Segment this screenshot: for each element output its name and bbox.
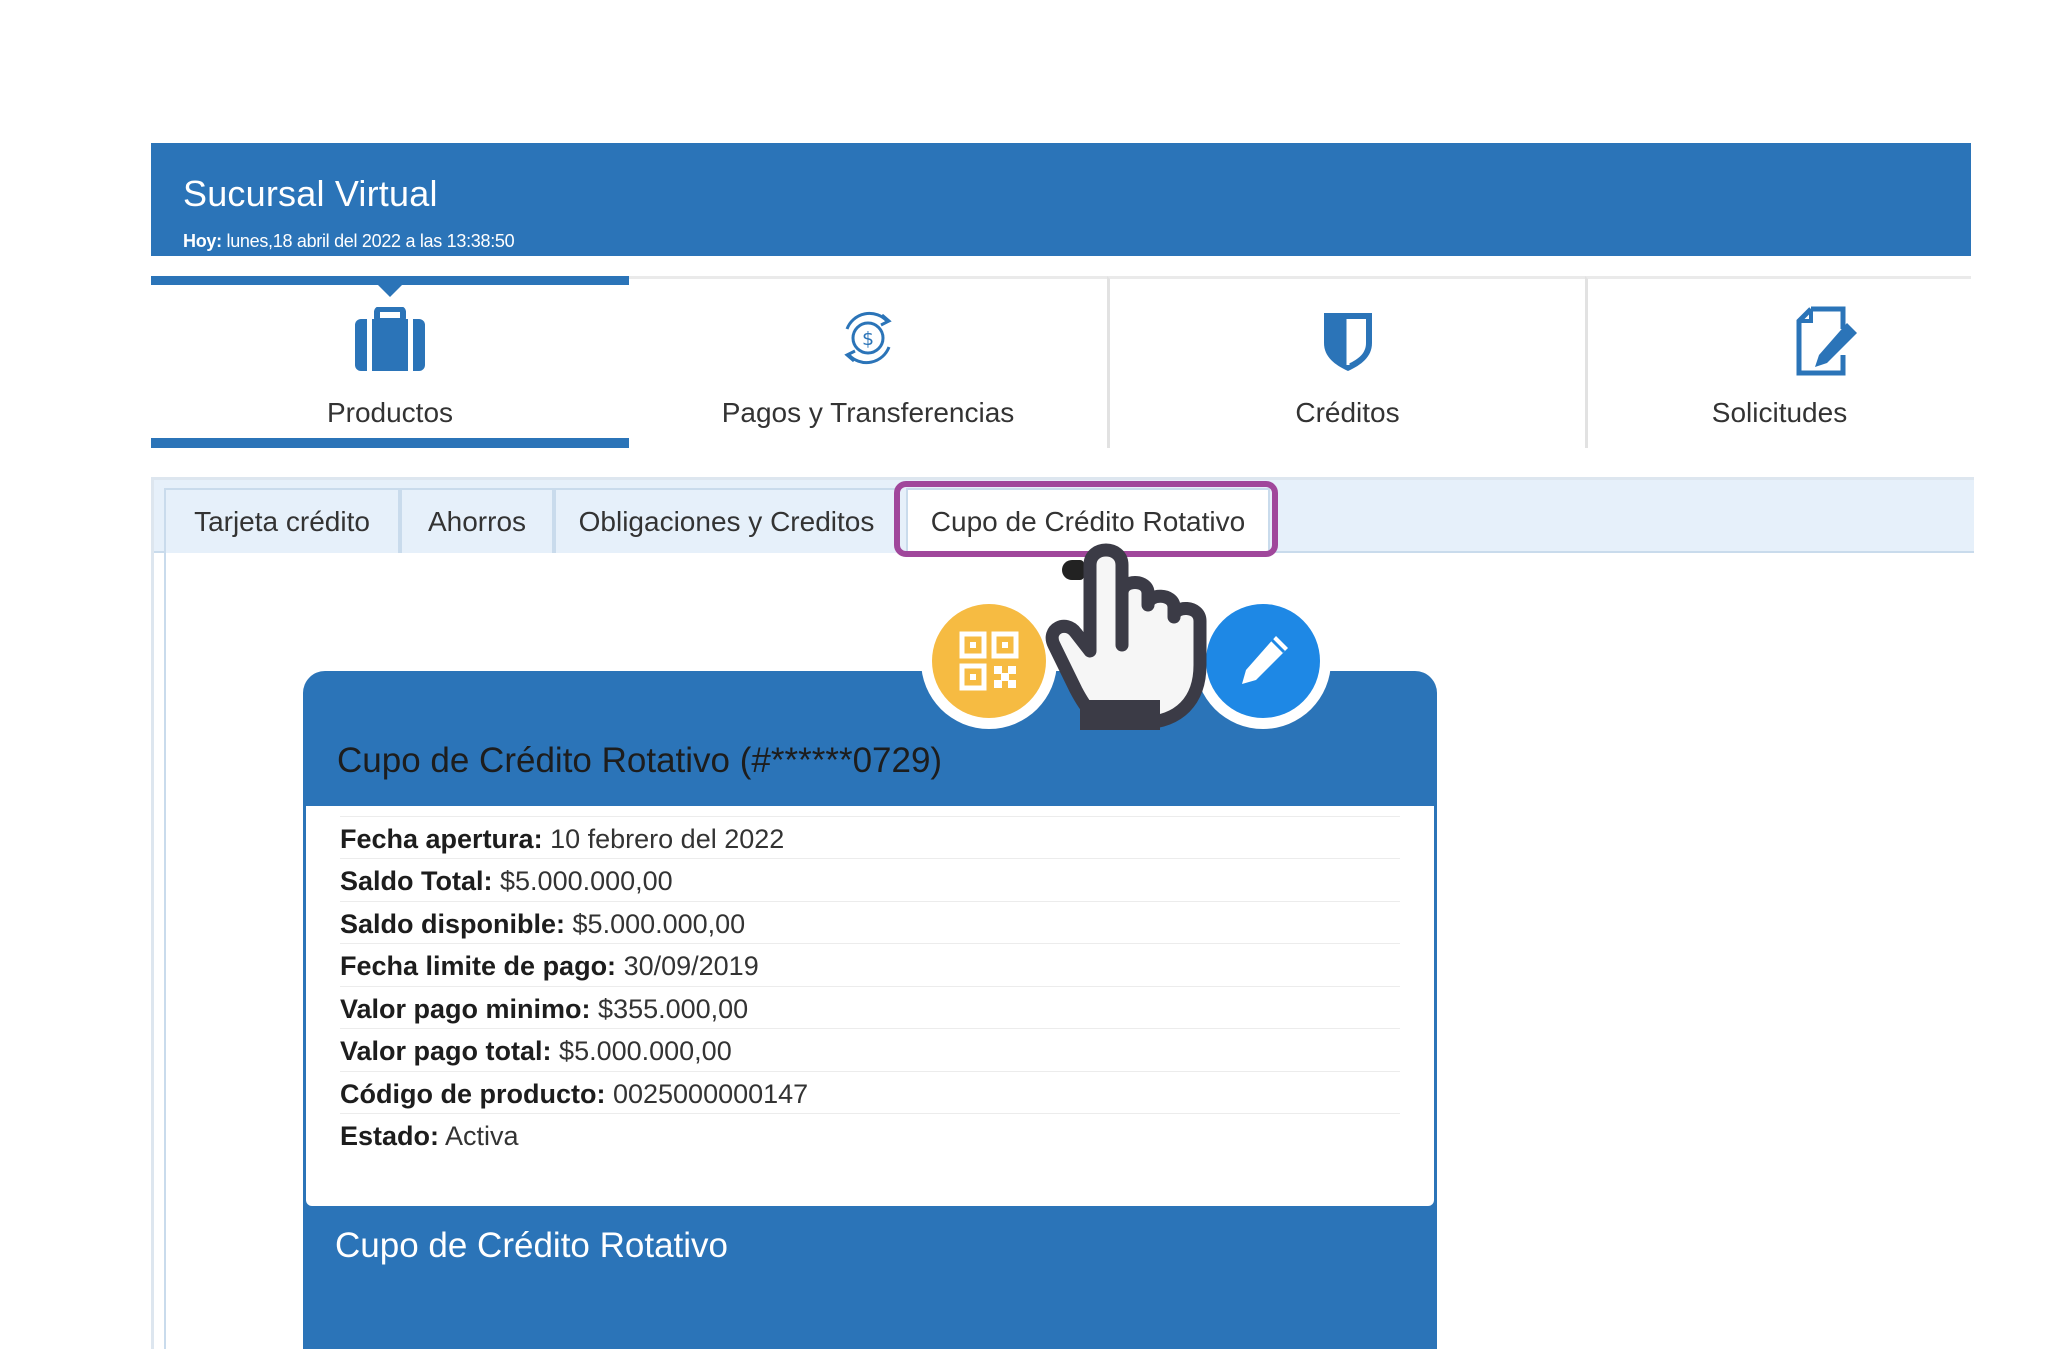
detail-label: Estado: — [340, 1121, 440, 1151]
detail-label: Fecha apertura: — [340, 824, 543, 854]
detail-label: Fecha limite de pago: — [340, 951, 617, 981]
detail-value: 30/09/2019 — [623, 951, 759, 981]
tab-ahorros[interactable]: Ahorros — [400, 488, 554, 556]
detail-row: Código de producto: 0025000000147 — [340, 1071, 1400, 1114]
detail-row: Valor pago minimo: $355.000,00 — [340, 986, 1400, 1029]
nav-label: Créditos — [1295, 397, 1400, 428]
detail-value: Activa — [445, 1121, 519, 1151]
app-header: Sucursal Virtual Hoy: lunes,18 abril del… — [151, 143, 1971, 256]
detail-row: Fecha limite de pago: 30/09/2019 — [340, 943, 1400, 986]
pencil-icon — [1236, 632, 1292, 693]
tab-tarjeta-credito[interactable]: Tarjeta crédito — [164, 488, 400, 556]
nav-label: Productos — [326, 397, 454, 428]
detail-row: Estado: Activa — [340, 1113, 1400, 1156]
shield-icon — [1321, 309, 1375, 378]
detail-row: Saldo Total: $5.000.000,00 — [340, 858, 1400, 901]
detail-label: Saldo disponible: — [340, 909, 566, 939]
app-title: Sucursal Virtual — [183, 173, 438, 214]
svg-text:$: $ — [862, 328, 874, 350]
detail-label: Valor pago total: — [340, 1036, 552, 1066]
detail-value: 0025000000147 — [612, 1079, 809, 1109]
card-footer-title: Cupo de Crédito Rotativo — [335, 1226, 728, 1265]
card-details: Fecha apertura: 10 febrero del 2022 Sald… — [306, 806, 1434, 1206]
hand-pointer-icon — [1040, 495, 1230, 740]
detail-value: 10 febrero del 2022 — [550, 824, 785, 854]
nav-item-pagos[interactable]: $ Pagos y Transferencias — [629, 276, 1107, 448]
nav-item-solicitudes[interactable]: Solicitudes — [1585, 276, 1971, 448]
detail-row: Valor pago total: $5.000.000,00 — [340, 1028, 1400, 1071]
card-title: Cupo de Crédito Rotativo (#******0729) — [337, 741, 943, 780]
detail-label: Valor pago minimo: — [340, 994, 591, 1024]
document-edit-icon — [1793, 305, 1859, 382]
detail-row: Fecha apertura: 10 febrero del 2022 — [340, 816, 1400, 859]
detail-row: Saldo disponible: $5.000.000,00 — [340, 901, 1400, 944]
money-exchange-icon: $ — [837, 307, 899, 374]
date-value: lunes,18 abril del 2022 a las 13:38:50 — [226, 231, 515, 251]
tab-obligaciones-creditos[interactable]: Obligaciones y Creditos — [554, 488, 899, 556]
detail-label: Saldo Total: — [340, 866, 493, 896]
detail-value: $5.000.000,00 — [500, 866, 673, 896]
nav-label: Pagos y Transferencias — [721, 397, 1015, 428]
credit-card-panel: Cupo de Crédito Rotativo (#******0729) F… — [303, 671, 1437, 1349]
active-caret — [376, 283, 404, 297]
date-label: Hoy: — [183, 231, 222, 251]
nav-item-creditos[interactable]: Créditos — [1107, 276, 1585, 448]
qr-code-icon — [959, 631, 1019, 696]
detail-value: $5.000.000,00 — [572, 909, 746, 939]
nav-item-productos[interactable]: Productos — [151, 276, 629, 448]
qr-button[interactable] — [932, 604, 1046, 718]
detail-value: $355.000,00 — [598, 994, 749, 1024]
detail-label: Código de producto: — [340, 1079, 606, 1109]
nav-label: Solicitudes — [1711, 397, 1848, 428]
main-nav: Productos $ Pagos y Transferencias Crédi… — [151, 276, 1971, 448]
current-date: Hoy: lunes,18 abril del 2022 a las 13:38… — [183, 231, 515, 252]
detail-value: $5.000.000,00 — [559, 1036, 732, 1066]
briefcase-icon — [353, 306, 427, 378]
